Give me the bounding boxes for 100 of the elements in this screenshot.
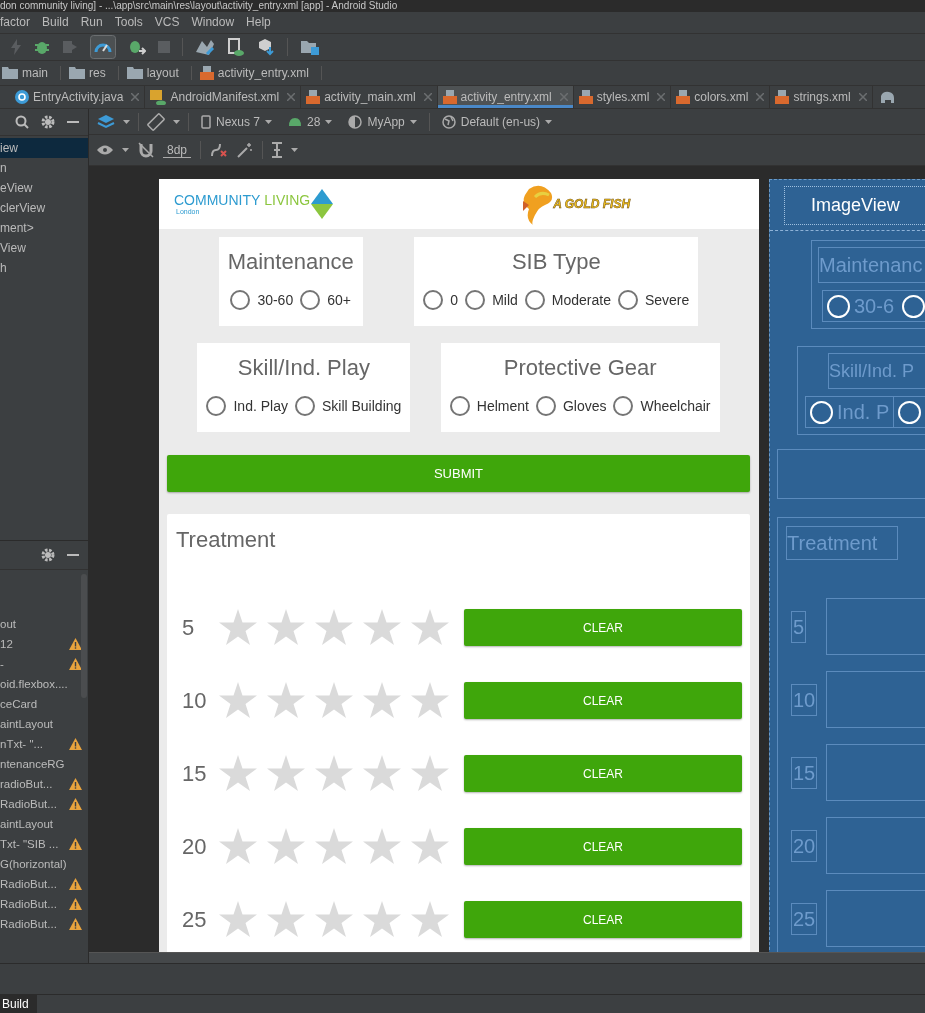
star-icon[interactable] (315, 609, 353, 647)
star-icon[interactable] (219, 828, 257, 866)
star-icon[interactable] (363, 682, 401, 720)
radio-button[interactable]: Moderate (524, 290, 611, 311)
palette-item[interactable]: h (0, 258, 88, 279)
bug-arrow-icon[interactable] (128, 38, 146, 55)
editor-tab[interactable]: EntryActivity.java (10, 85, 146, 109)
align-icon[interactable] (272, 142, 283, 159)
device-manager-icon[interactable] (227, 37, 245, 56)
breadcrumb-item[interactable]: main (22, 65, 48, 80)
close-icon[interactable] (756, 93, 765, 102)
tree-item[interactable]: aintLayout (0, 818, 54, 831)
radio-button[interactable]: Ind. Play (206, 396, 288, 417)
scrollbar[interactable] (81, 574, 87, 699)
eye-icon[interactable] (97, 145, 113, 156)
stop-icon[interactable] (158, 40, 170, 53)
breadcrumb-item[interactable]: res (89, 65, 106, 80)
close-icon[interactable] (559, 93, 568, 102)
rotate-icon[interactable] (147, 112, 165, 131)
radio-button[interactable]: Severe (617, 290, 690, 311)
star-icon[interactable] (219, 682, 257, 720)
search-icon[interactable] (15, 115, 29, 130)
clear-button[interactable]: CLEAR (464, 755, 742, 793)
scrollbar[interactable] (89, 952, 925, 964)
lightning-icon[interactable] (10, 38, 22, 55)
close-icon[interactable] (423, 93, 432, 102)
tree-item[interactable]: RadioBut... (0, 898, 57, 911)
editor-tab[interactable]: activity_entry.xml (437, 85, 574, 109)
palette-item[interactable]: iew (0, 138, 88, 159)
radio-button[interactable]: Mild (465, 290, 518, 311)
editor-tab[interactable]: colors.xml (671, 85, 771, 109)
minimize-icon[interactable] (67, 554, 79, 557)
locale-dropdown[interactable]: Default (en-us) (437, 114, 557, 129)
clear-button[interactable]: CLEAR (464, 901, 742, 939)
star-icon[interactable] (411, 609, 449, 647)
magic-wand-icon[interactable] (237, 142, 254, 159)
star-icon[interactable] (411, 682, 449, 720)
tree-item[interactable]: ntenanceRG (0, 758, 65, 771)
device-dropdown[interactable]: Nexus 7 (197, 114, 277, 129)
menu-item[interactable]: factor (0, 15, 30, 30)
project-structure-icon[interactable] (300, 38, 320, 55)
close-icon[interactable] (287, 93, 296, 102)
tree-item[interactable]: RadioBut... (0, 798, 57, 811)
tree-item[interactable]: oid.flexbox.... (0, 678, 68, 691)
close-icon[interactable] (858, 93, 867, 102)
menu-item[interactable]: Build (42, 15, 69, 30)
tree-item[interactable]: 12 (0, 638, 13, 651)
menu-item[interactable]: Tools (114, 15, 143, 30)
api-level-dropdown[interactable]: 28 (284, 114, 337, 129)
palette-item[interactable]: eView (0, 178, 88, 199)
tool-window-tab[interactable]: Build (0, 995, 37, 1013)
star-icon[interactable] (267, 828, 305, 866)
profiler-icon[interactable] (90, 34, 116, 59)
radio-button[interactable]: Gloves (535, 396, 607, 417)
editor-tab[interactable]: styles.xml (573, 85, 672, 109)
caret-icon[interactable] (291, 148, 299, 153)
radio-button[interactable]: Helment (449, 396, 529, 417)
star-icon[interactable] (267, 901, 305, 939)
star-icon[interactable] (411, 755, 449, 793)
star-icon[interactable] (315, 828, 353, 866)
tree-item[interactable]: Txt- "SIB ... (0, 838, 59, 851)
editor-tab[interactable]: AndroidManifest.xml (145, 85, 302, 109)
theme-dropdown[interactable]: MyApp (344, 114, 421, 129)
default-margin-button[interactable]: 8dp (163, 142, 192, 158)
star-icon[interactable] (363, 901, 401, 939)
clear-button[interactable]: CLEAR (464, 828, 742, 866)
settings-icon[interactable] (41, 115, 55, 130)
tree-item[interactable]: aintLayout (0, 718, 54, 731)
palette-item[interactable]: ment> (0, 218, 88, 239)
star-icon[interactable] (219, 901, 257, 939)
submit-button[interactable]: SUBMIT (167, 455, 750, 493)
star-icon[interactable] (315, 755, 353, 793)
star-icon[interactable] (219, 755, 257, 793)
menu-item[interactable]: Help (246, 15, 271, 30)
menu-item[interactable]: Window (191, 15, 235, 30)
minimize-icon[interactable] (67, 121, 79, 124)
clear-button[interactable]: CLEAR (464, 609, 742, 647)
tree-item[interactable]: G(horizontal) (0, 858, 67, 871)
star-icon[interactable] (363, 755, 401, 793)
close-icon[interactable] (131, 93, 140, 102)
caret-icon[interactable] (122, 148, 129, 153)
tree-item[interactable]: nTxt- "... (0, 738, 44, 751)
layers-icon[interactable] (97, 113, 115, 130)
star-icon[interactable] (363, 828, 401, 866)
star-icon[interactable] (411, 828, 449, 866)
tree-item[interactable]: - (0, 658, 4, 671)
clear-constraints-icon[interactable] (210, 142, 229, 159)
caret-icon[interactable] (123, 119, 130, 124)
settings-icon[interactable] (41, 548, 55, 563)
breadcrumb-item[interactable]: activity_entry.xml (217, 65, 309, 80)
menu-item[interactable]: Run (80, 15, 103, 30)
radio-button[interactable]: 60+ (300, 290, 351, 311)
star-icon[interactable] (315, 682, 353, 720)
radio-button[interactable]: 30-60 (230, 290, 294, 311)
clear-button[interactable]: CLEAR (464, 682, 742, 720)
star-icon[interactable] (267, 682, 305, 720)
tree-item[interactable]: RadioBut... (0, 878, 57, 891)
palette-item[interactable]: View (0, 238, 88, 259)
close-icon[interactable] (657, 93, 666, 102)
menu-item[interactable]: VCS (154, 15, 180, 30)
